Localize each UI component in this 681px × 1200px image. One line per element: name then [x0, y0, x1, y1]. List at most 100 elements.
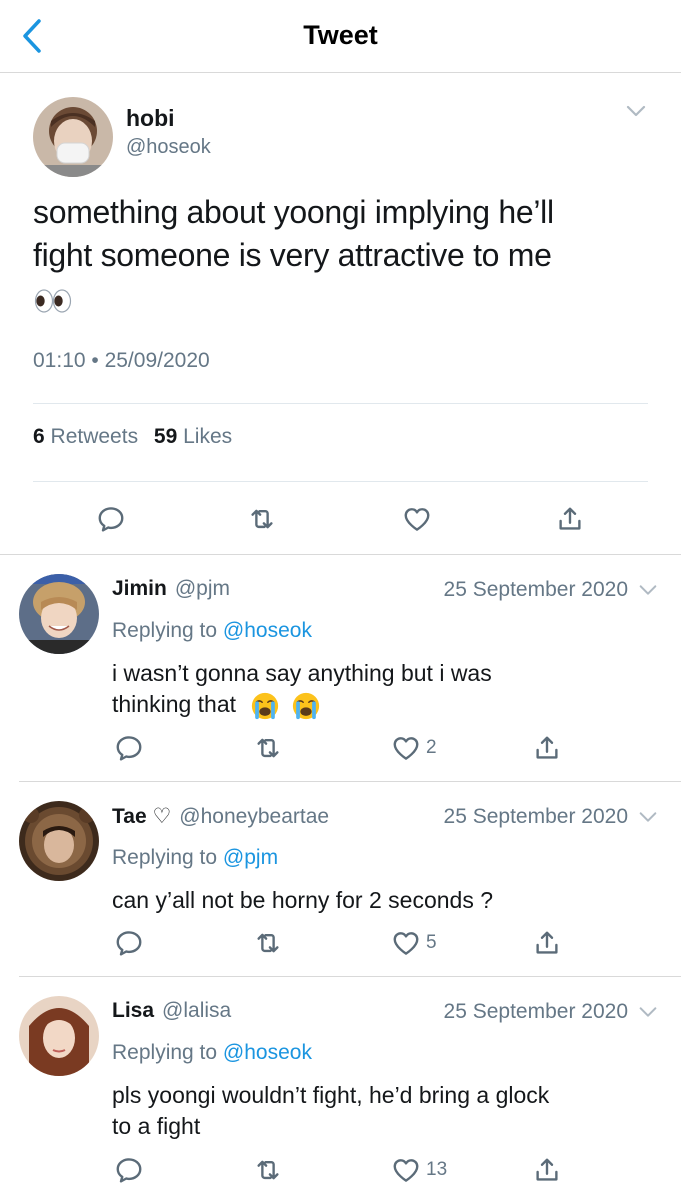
share-icon	[532, 928, 562, 958]
heart-icon	[402, 504, 432, 534]
chevron-down-icon	[621, 99, 651, 123]
reply-text-fragment: thinking that	[112, 691, 237, 717]
reply-date: 25 September 2020	[443, 1000, 628, 1023]
tweet-emoji-line	[33, 277, 653, 320]
like-button[interactable]: 2	[391, 733, 437, 763]
tweet-text-line: something about yoongi implying he’ll	[33, 194, 554, 230]
reply-text-line: to a fight	[112, 1113, 201, 1139]
share-button[interactable]	[532, 733, 562, 763]
retweet-button[interactable]	[253, 733, 283, 763]
retweet-icon	[253, 928, 283, 958]
reply-button[interactable]	[114, 733, 144, 763]
page-title: Tweet	[303, 20, 378, 50]
author-handle[interactable]: @honeybeartae	[179, 805, 329, 828]
author-handle[interactable]: @pjm	[175, 577, 230, 600]
chevron-down-icon	[635, 1001, 661, 1023]
eyes-emoji	[34, 288, 72, 313]
tweet-options-button[interactable]	[621, 99, 651, 128]
reply-date: 25 September 2020	[443, 805, 628, 828]
tweet-actions	[0, 499, 681, 539]
avatar[interactable]	[33, 97, 113, 177]
avatar[interactable]	[19, 801, 99, 881]
like-button[interactable]	[402, 504, 432, 534]
reply-text: can y’all not be horny for 2 seconds ?	[112, 885, 652, 916]
reply-author: Tae ♡ @honeybeartae	[112, 804, 329, 829]
tweet-text-line: fight someone is very attractive to me	[33, 237, 552, 273]
retweet-icon	[253, 733, 283, 763]
replying-to-link[interactable]: @pjm	[223, 846, 278, 869]
reply-options-button[interactable]	[635, 579, 661, 606]
like-count: 59	[153, 425, 178, 448]
likes-label: Likes	[183, 425, 233, 448]
heart-icon	[391, 1155, 421, 1185]
chevron-down-icon	[635, 806, 661, 828]
retweet-icon	[253, 1155, 283, 1185]
reply-text: i wasn’t gonna say anything but i was th…	[112, 658, 652, 721]
like-count-link[interactable]: 59 Likes	[154, 425, 232, 448]
reply-text-line: i wasn’t gonna say anything but i was	[112, 660, 492, 686]
replying-to-link[interactable]: @hoseok	[223, 619, 312, 642]
reply-options-button[interactable]	[635, 1001, 661, 1028]
replying-to: Replying to @pjm	[112, 846, 278, 870]
reply-tweet[interactable]: Jimin @pjm 25 September 2020 Replying to …	[0, 555, 681, 781]
tweet-text: something about yoongi implying he’ll fi…	[33, 191, 653, 320]
replying-to-link[interactable]: @hoseok	[223, 1041, 312, 1064]
author-name[interactable]: Jimin	[112, 577, 167, 600]
divider	[33, 403, 648, 404]
retweet-count: 6	[33, 425, 45, 448]
like-button[interactable]: 5	[391, 928, 437, 958]
reply-author: Jimin @pjm	[112, 577, 230, 601]
replying-prefix: Replying to	[112, 1041, 218, 1064]
share-icon	[555, 504, 585, 534]
reply-text-line: pls yoongi wouldn’t fight, he’d bring a …	[112, 1082, 550, 1108]
divider	[33, 481, 648, 482]
reply-icon	[114, 1155, 144, 1185]
share-button[interactable]	[532, 1155, 562, 1185]
reply-icon	[114, 733, 144, 763]
share-button[interactable]	[532, 928, 562, 958]
avatar[interactable]	[19, 574, 99, 654]
retweets-label: Retweets	[50, 425, 139, 448]
reply-icon	[96, 504, 126, 534]
replying-prefix: Replying to	[112, 619, 218, 642]
share-icon	[532, 1155, 562, 1185]
retweet-button[interactable]	[253, 1155, 283, 1185]
reply-author: Lisa @lalisa	[112, 999, 231, 1023]
retweet-icon	[247, 504, 277, 534]
like-count: 2	[426, 737, 437, 758]
replying-to: Replying to @hoseok	[112, 619, 312, 643]
share-icon	[532, 733, 562, 763]
like-button[interactable]: 13	[391, 1155, 447, 1185]
reply-button[interactable]	[96, 504, 126, 534]
reply-options-button[interactable]	[635, 806, 661, 833]
share-button[interactable]	[555, 504, 585, 534]
navigation-bar: Tweet	[0, 0, 681, 73]
replying-to: Replying to @hoseok	[112, 1041, 312, 1065]
avatar[interactable]	[19, 996, 99, 1076]
reply-text: pls yoongi wouldn’t fight, he’d bring a …	[112, 1080, 652, 1142]
reply-text-line: can y’all not be horny for 2 seconds ?	[112, 887, 494, 913]
reply-icon	[114, 928, 144, 958]
retweet-button[interactable]	[253, 928, 283, 958]
author-handle[interactable]: @lalisa	[162, 999, 231, 1022]
reply-tweet[interactable]: Lisa @lalisa 25 September 2020 Replying t…	[0, 977, 681, 1200]
heart-icon	[391, 733, 421, 763]
reply-tweet[interactable]: Tae ♡ @honeybeartae 25 September 2020 Rep…	[0, 782, 681, 976]
author-handle[interactable]: @hoseok	[126, 136, 211, 159]
author-name[interactable]: Lisa	[112, 999, 154, 1022]
replying-prefix: Replying to	[112, 846, 218, 869]
like-count: 5	[426, 932, 437, 953]
reply-button[interactable]	[114, 1155, 144, 1185]
retweet-button[interactable]	[247, 504, 277, 534]
author-name[interactable]: Tae ♡	[112, 805, 171, 828]
crying-emoji	[250, 691, 280, 721]
tweet-stats: 6 Retweets 59 Likes	[33, 425, 232, 449]
author-name[interactable]: hobi	[126, 105, 175, 132]
reply-text-line: thinking that	[112, 689, 652, 721]
like-count: 13	[426, 1159, 448, 1180]
heart-icon	[391, 928, 421, 958]
reply-date: 25 September 2020	[443, 578, 628, 601]
reply-button[interactable]	[114, 928, 144, 958]
crying-emoji	[291, 691, 321, 721]
retweet-count-link[interactable]: 6 Retweets	[33, 425, 138, 448]
